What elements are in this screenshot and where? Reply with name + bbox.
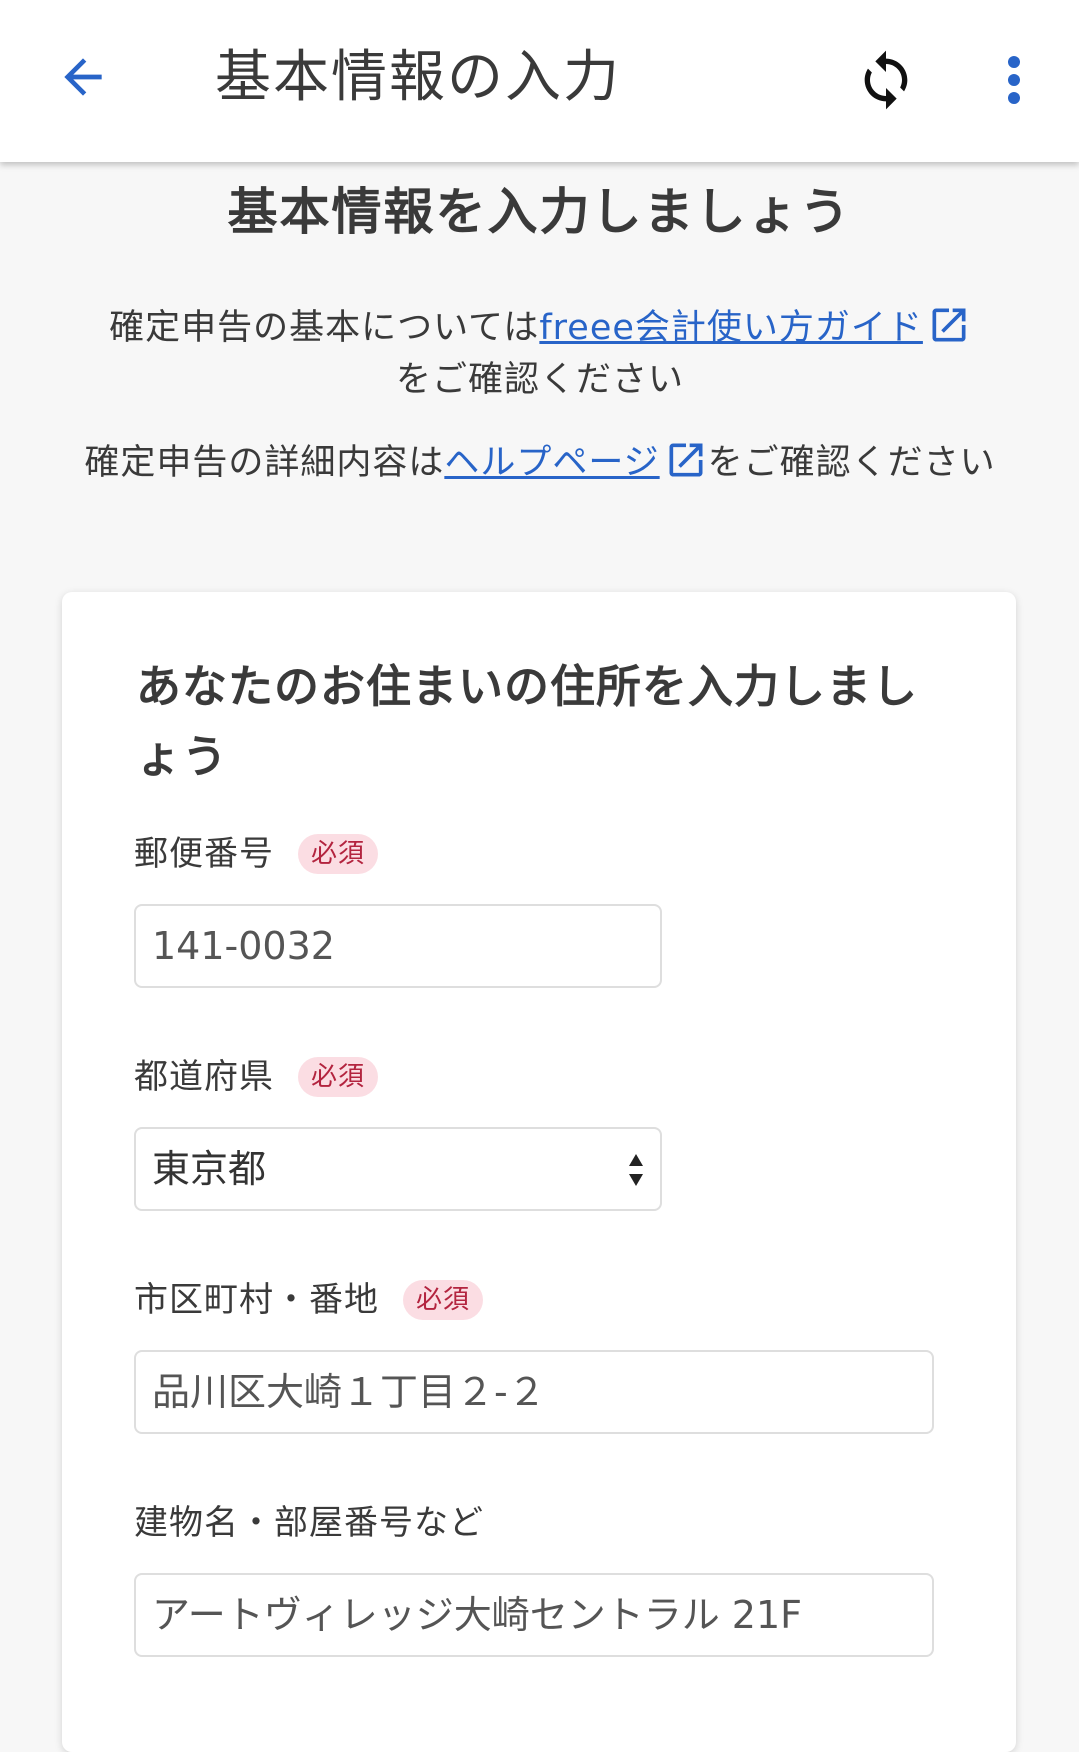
sync-icon [864, 50, 908, 110]
building-label: 建物名・部屋番号など [134, 1501, 484, 1545]
arrow-left-icon [64, 58, 102, 96]
required-badge: 必須 [403, 1280, 484, 1320]
intro-guide-prefix: 確定申告の基本については [109, 308, 540, 348]
intro-guide-text: 確定申告の基本についてはfreee会計使い方ガイドをご確認ください [70, 302, 1010, 406]
page-content: 基本情報を入力しましょう 確定申告の基本についてはfreee会計使い方ガイドをご… [0, 162, 1079, 1752]
open-in-new-icon[interactable] [664, 438, 708, 482]
postal-code-input[interactable]: 141-0032 [134, 904, 662, 988]
intro-help-suffix: をご確認ください [707, 443, 996, 483]
help-page-link[interactable]: ヘルプページ [444, 443, 707, 483]
intro-help-text: 確定申告の詳細内容はヘルプページ をご確認ください [70, 437, 1010, 489]
intro-help-prefix: 確定申告の詳細内容は [84, 443, 445, 483]
address-form-card: あなたのお住まいの住所を入力しましょう 郵便番号 必須 141-0032 都道府… [62, 592, 1016, 1752]
city-address-input[interactable]: 品川区大崎１丁目２-２ [134, 1350, 934, 1434]
usage-guide-link[interactable]: freee会計使い方ガイド [539, 308, 971, 348]
select-arrows-icon [629, 1154, 643, 1186]
back-button[interactable] [48, 42, 118, 112]
page-headline: 基本情報を入力しましょう [227, 183, 852, 241]
building-input[interactable]: アートヴィレッジ大崎セントラル 21F [134, 1573, 934, 1657]
intro-guide-suffix: をご確認ください [395, 360, 684, 400]
prefecture-select[interactable]: 東京都 [134, 1127, 662, 1211]
prefecture-label-text: 都道府県 [134, 1057, 274, 1097]
city-address-label-text: 市区町村・番地 [134, 1280, 379, 1320]
open-in-new-icon[interactable] [927, 303, 971, 347]
city-address-label: 市区町村・番地 必須 [134, 1278, 484, 1322]
usage-guide-link-text[interactable]: freee会計使い方ガイド [539, 308, 923, 348]
required-badge: 必須 [298, 834, 379, 874]
prefecture-selected-value: 東京都 [152, 1147, 267, 1191]
address-form-title: あなたのお住まいの住所を入力しましょう [136, 660, 919, 783]
more-vert-icon [1008, 56, 1020, 104]
help-page-link-text[interactable]: ヘルプページ [444, 443, 659, 483]
app-bar: 基本情報の入力 [0, 0, 1079, 162]
postal-code-label-text: 郵便番号 [134, 834, 274, 874]
sync-button[interactable] [848, 42, 924, 118]
more-options-button[interactable] [990, 42, 1038, 118]
building-label-text: 建物名・部屋番号など [134, 1503, 484, 1543]
prefecture-label: 都道府県 必須 [134, 1055, 379, 1099]
app-bar-title: 基本情報の入力 [215, 45, 621, 110]
required-badge: 必須 [298, 1057, 379, 1097]
postal-code-label: 郵便番号 必須 [134, 832, 379, 876]
